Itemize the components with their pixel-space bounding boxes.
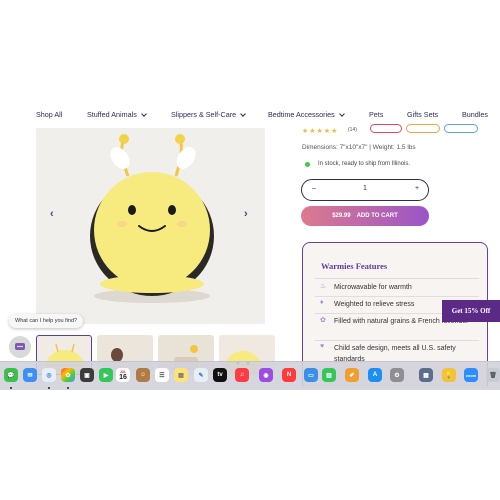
cart-label: ADD TO CART [356, 213, 398, 219]
nav-label: Bedtime Accessories [268, 110, 335, 119]
calendar-day: 16 [119, 374, 127, 381]
chat-prompt-bubble[interactable]: What can I help you find? [9, 314, 84, 328]
feature-text: Microwavable for warmth [334, 284, 412, 291]
heart-icon: ♥ [320, 343, 325, 350]
quantity-stepper: – 1 + [301, 179, 429, 201]
lavender-icon: ✿ [320, 317, 326, 324]
preview-icon[interactable]: ▦ [419, 368, 433, 382]
app-store-icon[interactable]: A [368, 368, 382, 382]
keynote-icon[interactable]: ▭ [304, 368, 318, 382]
in-stock-indicator [305, 162, 310, 167]
nav-slippers-self-care[interactable]: Slippers & Self-Care [171, 110, 246, 119]
nav-pets[interactable]: Pets [369, 110, 383, 119]
system-settings-icon[interactable]: ⚙ [390, 368, 404, 382]
nav-label: Gifts Sets [407, 110, 439, 119]
divider [315, 296, 479, 297]
nav-bundles[interactable]: Bundles [462, 110, 488, 119]
safari-icon[interactable]: ◎ [42, 368, 56, 382]
product-dimensions: Dimensions: 7"x10"x7" | Weight: 1.5 lbs [302, 144, 416, 151]
pages-icon[interactable]: ✐ [345, 368, 359, 382]
reminders-icon[interactable]: ☰ [155, 368, 169, 382]
macos-dock: 💬 ✉ ◎ ✿ ▣ ▶ JUL 16 ☺ ☰ ▤ ✎ tv ♫ ◉ N ▭ ▥ … [0, 361, 500, 390]
nav-label: Slippers & Self-Care [171, 110, 237, 119]
nav-label: Stuffed Animals [87, 110, 137, 119]
quantity-increase-button[interactable]: + [415, 185, 419, 192]
chat-button[interactable] [9, 336, 31, 358]
product-image-gallery: ‹ › [36, 128, 265, 324]
add-to-cart-button[interactable]: $29.99 ADD TO CART [301, 206, 429, 226]
nav-gift-sets[interactable]: Gifts Sets [407, 110, 438, 119]
apple-tv-icon[interactable]: tv [213, 368, 227, 382]
chevron-down-icon [338, 110, 345, 117]
gallery-prev-button[interactable]: ‹ [50, 208, 54, 220]
tips-icon[interactable]: 💡 [442, 368, 456, 382]
chevron-down-icon [140, 110, 147, 117]
chat-icon [15, 343, 25, 350]
review-count[interactable]: (14) [348, 127, 357, 133]
trash-icon[interactable]: 🗑 [486, 368, 500, 382]
messages-icon[interactable]: 💬 [4, 368, 18, 382]
flame-icon: ♨ [320, 283, 327, 290]
sale-badge [370, 124, 402, 133]
zoom-label: zoom [465, 372, 477, 378]
nav-label: Pets [369, 110, 384, 119]
calendar-icon[interactable]: JUL 16 [116, 368, 130, 382]
podcasts-icon[interactable]: ◉ [259, 368, 273, 382]
zoom-icon[interactable]: zoom [464, 368, 478, 382]
freeform-icon[interactable]: ✎ [194, 368, 208, 382]
quantity-value[interactable]: 1 [363, 185, 367, 192]
music-icon[interactable]: ♫ [235, 368, 249, 382]
product-page: Shop All Stuffed Animals Slippers & Self… [0, 104, 500, 387]
info-badge [444, 124, 478, 133]
nav-shop-all[interactable]: Shop All [36, 110, 62, 119]
weight-icon: ♦ [320, 299, 324, 306]
running-indicator [67, 387, 69, 389]
quantity-decrease-button[interactable]: – [312, 185, 316, 192]
main-navigation: Shop All Stuffed Animals Slippers & Self… [0, 110, 500, 124]
rating-stars: ★★★★★ [302, 128, 339, 135]
news-icon[interactable]: N [282, 368, 296, 382]
photo-booth-icon[interactable]: ▣ [80, 368, 94, 382]
contacts-icon[interactable]: ☺ [136, 368, 150, 382]
divider [315, 278, 479, 279]
bee-plush-image [90, 134, 214, 303]
discount-offer-tab[interactable]: Get 15% Off [442, 300, 500, 322]
facetime-icon[interactable]: ▶ [99, 368, 113, 382]
nav-bedtime-accessories[interactable]: Bedtime Accessories [268, 110, 345, 119]
notes-icon[interactable]: ▤ [174, 368, 188, 382]
stock-status: In stock, ready to ship from Illinois. [318, 161, 411, 167]
photos-icon[interactable]: ✿ [61, 368, 75, 382]
promo-badge [406, 124, 440, 133]
chevron-down-icon [240, 110, 246, 117]
running-indicator [10, 387, 12, 389]
tv-label: tv [217, 372, 223, 378]
features-title: Warmies Features [321, 261, 388, 271]
cart-price: $29.99 [332, 213, 351, 219]
nav-label: Shop All [36, 110, 63, 119]
numbers-icon[interactable]: ▥ [322, 368, 336, 382]
gallery-next-button[interactable]: › [244, 208, 248, 220]
mail-icon[interactable]: ✉ [23, 368, 37, 382]
divider [315, 340, 479, 341]
nav-label: Bundles [462, 110, 488, 119]
nav-stuffed-animals[interactable]: Stuffed Animals [87, 110, 147, 119]
running-indicator [48, 387, 50, 389]
